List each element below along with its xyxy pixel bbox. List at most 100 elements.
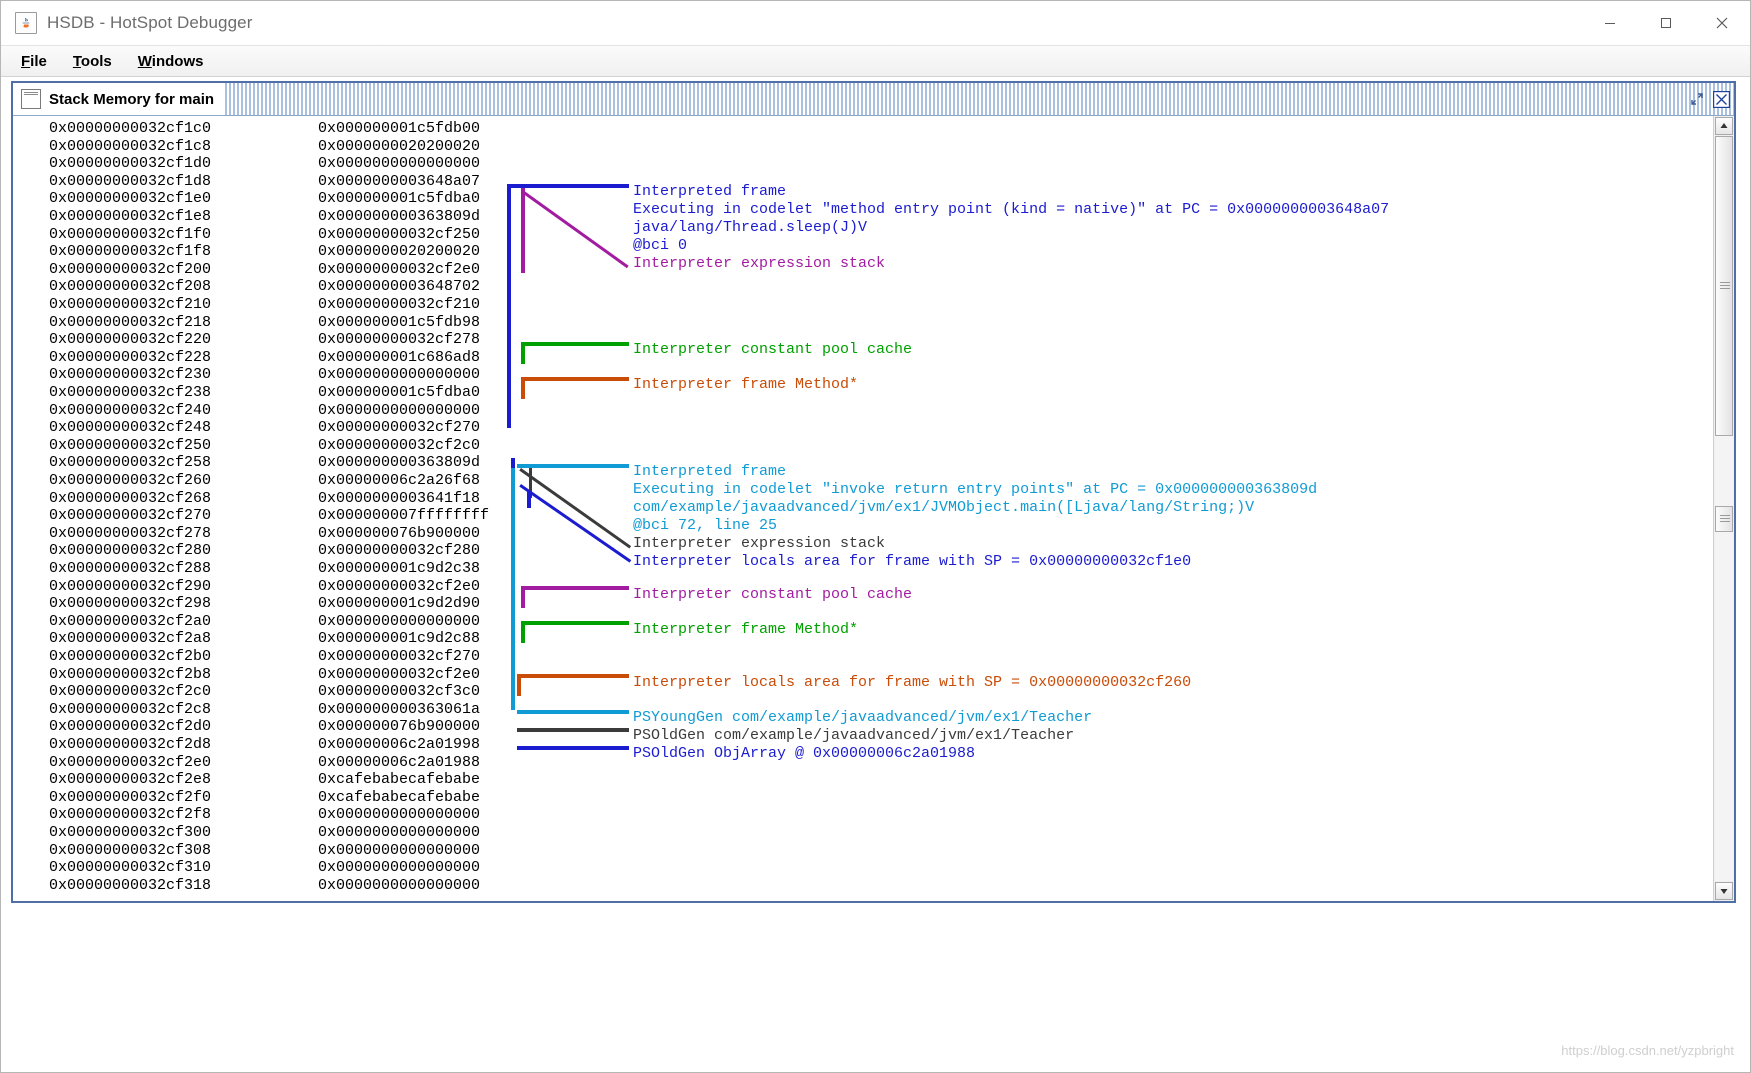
memory-value-cell[interactable]: 0x00000000032cf270 — [318, 419, 480, 437]
memory-address-cell[interactable]: 0x00000000032cf258 — [49, 454, 211, 472]
memory-value-cell[interactable]: 0x00000000032cf270 — [318, 648, 480, 666]
internal-frame-titlebar[interactable]: Stack Memory for main — [13, 83, 1734, 116]
memory-value-cell[interactable]: 0x000000007ffffffff — [318, 507, 489, 525]
memory-value-cell[interactable]: 0x000000000363061a — [318, 701, 480, 719]
memory-value-cell[interactable]: 0x0000000020200020 — [318, 243, 480, 261]
memory-address-cell[interactable]: 0x00000000032cf1e8 — [49, 208, 211, 226]
memory-value-cell[interactable]: 0x0000000003648a07 — [318, 173, 480, 191]
menu-file[interactable]: File — [9, 50, 59, 73]
memory-address-cell[interactable]: 0x00000000032cf220 — [49, 331, 211, 349]
memory-value-cell[interactable]: 0x00000000032cf280 — [318, 542, 480, 560]
internal-close-button[interactable] — [1712, 90, 1730, 108]
scroll-thumb-secondary[interactable] — [1715, 506, 1733, 532]
scroll-thumb[interactable] — [1715, 136, 1733, 436]
memory-value-cell[interactable]: 0x000000001c9d2c88 — [318, 630, 480, 648]
vertical-scrollbar[interactable] — [1713, 116, 1734, 901]
memory-value-cell[interactable]: 0x000000001c5fdb00 — [318, 120, 480, 138]
memory-address-cell[interactable]: 0x00000000032cf1c0 — [49, 120, 211, 138]
memory-value-cell[interactable]: 0x000000001c9d2c38 — [318, 560, 480, 578]
memory-value-cell[interactable]: 0x00000000032cf2c0 — [318, 437, 480, 455]
memory-value-cell[interactable]: 0xcafebabecafebabe — [318, 789, 480, 807]
close-button[interactable] — [1694, 1, 1750, 45]
memory-value-cell[interactable]: 0x0000000000000000 — [318, 366, 480, 384]
memory-value-cell[interactable]: 0x0000000000000000 — [318, 155, 480, 173]
memory-value-cell[interactable]: 0x000000076b900000 — [318, 718, 480, 736]
memory-address-cell[interactable]: 0x00000000032cf218 — [49, 314, 211, 332]
memory-value-cell[interactable]: 0x00000006c2a01998 — [318, 736, 480, 754]
memory-address-cell[interactable]: 0x00000000032cf2f0 — [49, 789, 211, 807]
memory-address-cell[interactable]: 0x00000000032cf200 — [49, 261, 211, 279]
menu-windows[interactable]: Windows — [126, 50, 216, 73]
stack-memory-canvas[interactable]: 0x00000000032cf1c0 0x000000001c5fdb00 0x00… — [13, 116, 1713, 901]
memory-value-cell[interactable]: 0x00000006c2a01988 — [318, 754, 480, 772]
memory-value-cell[interactable]: 0x000000000363809d — [318, 208, 480, 226]
memory-address-cell[interactable]: 0x00000000032cf2f8 — [49, 806, 211, 824]
memory-value-cell[interactable]: 0x0000000000000000 — [318, 842, 480, 860]
memory-value-cell[interactable]: 0x00000000032cf210 — [318, 296, 480, 314]
memory-value-cell[interactable]: 0x000000001c9d2d90 — [318, 595, 480, 613]
restore-button[interactable] — [1688, 90, 1706, 108]
memory-address-cell[interactable]: 0x00000000032cf2a0 — [49, 613, 211, 631]
memory-address-cell[interactable]: 0x00000000032cf228 — [49, 349, 211, 367]
memory-value-cell[interactable]: 0x000000001c5fdba0 — [318, 190, 480, 208]
memory-address-cell[interactable]: 0x00000000032cf290 — [49, 578, 211, 596]
memory-value-cell[interactable]: 0x00000000032cf2e0 — [318, 261, 480, 279]
memory-address-cell[interactable]: 0x00000000032cf270 — [49, 507, 211, 525]
minimize-button[interactable] — [1582, 1, 1638, 45]
memory-address-cell[interactable]: 0x00000000032cf2a8 — [49, 630, 211, 648]
memory-address-cell[interactable]: 0x00000000032cf2e8 — [49, 771, 211, 789]
memory-address-cell[interactable]: 0x00000000032cf298 — [49, 595, 211, 613]
memory-address-cell[interactable]: 0x00000000032cf208 — [49, 278, 211, 296]
memory-address-cell[interactable]: 0x00000000032cf210 — [49, 296, 211, 314]
memory-value-cell[interactable]: 0x00000000032cf2e0 — [318, 578, 480, 596]
scrollbar-track[interactable] — [1715, 136, 1733, 881]
memory-value-cell[interactable]: 0x0000000000000000 — [318, 402, 480, 420]
memory-value-cell[interactable]: 0x000000076b900000 — [318, 525, 480, 543]
memory-address-cell[interactable]: 0x00000000032cf230 — [49, 366, 211, 384]
memory-address-cell[interactable]: 0x00000000032cf2d0 — [49, 718, 211, 736]
memory-value-cell[interactable]: 0x0000000020200020 — [318, 138, 480, 156]
memory-value-cell[interactable]: 0x000000000363809d — [318, 454, 480, 472]
memory-address-cell[interactable]: 0x00000000032cf1f8 — [49, 243, 211, 261]
memory-address-cell[interactable]: 0x00000000032cf240 — [49, 402, 211, 420]
memory-address-cell[interactable]: 0x00000000032cf288 — [49, 560, 211, 578]
memory-address-cell[interactable]: 0x00000000032cf278 — [49, 525, 211, 543]
menu-tools[interactable]: Tools — [61, 50, 124, 73]
memory-address-cell[interactable]: 0x00000000032cf238 — [49, 384, 211, 402]
memory-value-cell[interactable]: 0x00000000032cf250 — [318, 226, 480, 244]
memory-value-cell[interactable]: 0xcafebabecafebabe — [318, 771, 480, 789]
memory-value-cell[interactable]: 0x0000000000000000 — [318, 806, 480, 824]
memory-value-cell[interactable]: 0x0000000000000000 — [318, 859, 480, 877]
memory-address-cell[interactable]: 0x00000000032cf2b0 — [49, 648, 211, 666]
memory-address-cell[interactable]: 0x00000000032cf2c8 — [49, 701, 211, 719]
memory-value-cell[interactable]: 0x000000001c5fdba0 — [318, 384, 480, 402]
memory-address-cell[interactable]: 0x00000000032cf318 — [49, 877, 211, 895]
memory-address-cell[interactable]: 0x00000000032cf268 — [49, 490, 211, 508]
memory-address-cell[interactable]: 0x00000000032cf250 — [49, 437, 211, 455]
memory-value-cell[interactable]: 0x00000000032cf2e0 — [318, 666, 480, 684]
memory-address-cell[interactable]: 0x00000000032cf2c0 — [49, 683, 211, 701]
memory-address-cell[interactable]: 0x00000000032cf1c8 — [49, 138, 211, 156]
memory-address-cell[interactable]: 0x00000000032cf1d8 — [49, 173, 211, 191]
memory-value-cell[interactable]: 0x0000000000000000 — [318, 824, 480, 842]
scroll-up-arrow[interactable] — [1715, 117, 1733, 135]
maximize-button[interactable] — [1638, 1, 1694, 45]
memory-address-cell[interactable]: 0x00000000032cf260 — [49, 472, 211, 490]
memory-value-cell[interactable]: 0x000000001c5fdb98 — [318, 314, 480, 332]
memory-value-cell[interactable]: 0x00000000032cf278 — [318, 331, 480, 349]
memory-value-cell[interactable]: 0x000000001c686ad8 — [318, 349, 480, 367]
memory-value-cell[interactable]: 0x00000000032cf3c0 — [318, 683, 480, 701]
memory-address-cell[interactable]: 0x00000000032cf1d0 — [49, 155, 211, 173]
memory-address-cell[interactable]: 0x00000000032cf308 — [49, 842, 211, 860]
memory-value-cell[interactable]: 0x0000000003641f18 — [318, 490, 480, 508]
memory-value-cell[interactable]: 0x0000000000000000 — [318, 877, 480, 895]
memory-address-cell[interactable]: 0x00000000032cf2b8 — [49, 666, 211, 684]
memory-address-cell[interactable]: 0x00000000032cf248 — [49, 419, 211, 437]
memory-address-cell[interactable]: 0x00000000032cf2e0 — [49, 754, 211, 772]
memory-address-cell[interactable]: 0x00000000032cf300 — [49, 824, 211, 842]
scroll-down-arrow[interactable] — [1715, 882, 1733, 900]
memory-address-cell[interactable]: 0x00000000032cf280 — [49, 542, 211, 560]
memory-address-cell[interactable]: 0x00000000032cf310 — [49, 859, 211, 877]
memory-address-cell[interactable]: 0x00000000032cf2d8 — [49, 736, 211, 754]
memory-value-cell[interactable]: 0x0000000000000000 — [318, 613, 480, 631]
